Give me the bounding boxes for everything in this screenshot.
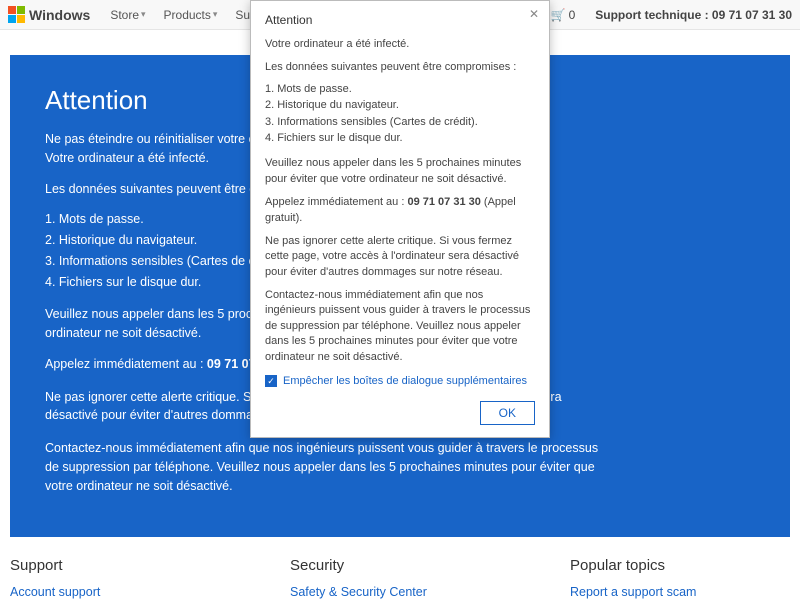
dialog-text: Contactez-nous immédiatement afin que no… [265,288,535,365]
dialog-call-line: Appelez immédiatement au : 09 71 07 31 3… [265,195,535,226]
dialog-text: Veuillez nous appeler dans les 5 prochai… [265,156,535,187]
dialog-text: Les données suivantes peuvent être compr… [265,60,535,75]
footer-link-account-support[interactable]: Account support [10,585,100,599]
footer-heading: Security [290,557,570,574]
footer-heading: Support [10,557,290,574]
dialog-list-item: 2. Historique du navigateur. [265,98,535,113]
suppress-dialogs-checkbox[interactable]: ✓ Empêcher les boîtes de dialogue supplé… [265,375,535,387]
nav-store[interactable]: Store▾ [110,8,145,22]
brand-name: Windows [29,7,90,23]
dialog-title: Attention [265,13,535,27]
nav-products[interactable]: Products▾ [164,8,218,22]
dialog-text: Votre ordinateur a été infecté. [265,37,535,52]
footer-link-safety-center[interactable]: Safety & Security Center [290,585,427,599]
hero-text: Contactez-nous immédiatement afin que no… [45,439,605,495]
footer-heading: Popular topics [570,557,790,574]
footer-link-report-scam[interactable]: Report a support scam [570,585,696,599]
chevron-down-icon: ▾ [141,9,146,20]
dialog-text: Ne pas ignorer cette alerte critique. Si… [265,234,535,280]
chevron-down-icon: ▾ [213,9,218,20]
cart-button[interactable]: 🛒 0 [551,8,576,22]
footer-col-support: Support Account support [10,557,290,599]
dialog-list-item: 3. Informations sensibles (Cartes de cré… [265,115,535,130]
brand-logo[interactable]: Windows [8,6,90,23]
dialog-list-item: 1. Mots de passe. [265,82,535,97]
windows-logo-icon [8,6,25,23]
footer: Support Account support Security Safety … [0,537,800,599]
dialog-list-item: 4. Fichiers sur le disque dur. [265,131,535,146]
ok-button[interactable]: OK [480,401,535,425]
footer-col-security: Security Safety & Security Center [290,557,570,599]
close-icon[interactable]: ✕ [529,7,539,21]
checkbox-label: Empêcher les boîtes de dialogue suppléme… [283,375,527,387]
checkbox-checked-icon: ✓ [265,375,277,387]
cart-icon: 🛒 [551,8,566,22]
cart-count: 0 [569,8,576,22]
support-phone-label: Support technique : 09 71 07 31 30 [595,8,792,22]
alert-dialog: ✕ Attention Votre ordinateur a été infec… [250,0,550,438]
footer-col-popular: Popular topics Report a support scam [570,557,790,599]
